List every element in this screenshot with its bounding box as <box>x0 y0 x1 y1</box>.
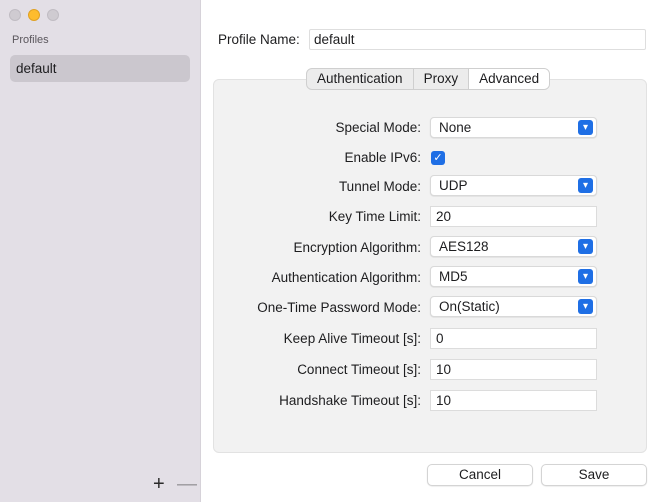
zoom-window-button[interactable] <box>47 9 59 21</box>
key-time-limit-label: Key Time Limit: <box>328 209 421 224</box>
chevron-updown-icon: ▾ <box>578 239 593 254</box>
special-mode-select[interactable]: None ▾ <box>430 117 597 138</box>
window-controls <box>9 9 59 21</box>
sidebar: Profiles default + — <box>0 0 201 502</box>
key-time-limit-input[interactable]: 20 <box>430 206 597 227</box>
checkmark-icon: ✓ <box>433 152 443 164</box>
profile-name-label: Profile Name: <box>218 32 300 47</box>
tunnel-mode-select[interactable]: UDP ▾ <box>430 175 597 196</box>
encryption-algorithm-label: Encryption Algorithm: <box>293 240 421 255</box>
sidebar-item-default[interactable]: default <box>10 55 190 82</box>
keep-alive-timeout-label: Keep Alive Timeout [s]: <box>283 331 421 346</box>
keep-alive-timeout-input[interactable]: 0 <box>430 328 597 349</box>
save-button[interactable]: Save <box>541 464 647 486</box>
chevron-updown-icon: ▾ <box>578 120 593 135</box>
encryption-algorithm-value: AES128 <box>439 239 489 254</box>
authentication-algorithm-value: MD5 <box>439 269 468 284</box>
tab-advanced[interactable]: Advanced <box>469 69 550 89</box>
tunnel-mode-value: UDP <box>439 178 468 193</box>
special-mode-label: Special Mode: <box>335 120 421 135</box>
handshake-timeout-label: Handshake Timeout [s]: <box>279 393 421 408</box>
profile-name-input[interactable]: default <box>309 29 646 50</box>
add-profile-button[interactable]: + <box>153 474 165 494</box>
tab-bar: Authentication Proxy Advanced <box>306 68 551 90</box>
tab-authentication[interactable]: Authentication <box>307 69 414 89</box>
sidebar-title: Profiles <box>12 34 49 46</box>
minimize-window-button[interactable] <box>28 9 40 21</box>
remove-profile-button[interactable]: — <box>177 474 197 494</box>
enable-ipv6-checkbox[interactable]: ✓ <box>431 151 445 165</box>
chevron-updown-icon: ▾ <box>578 269 593 284</box>
enable-ipv6-label: Enable IPv6: <box>344 150 421 165</box>
close-window-button[interactable] <box>9 9 21 21</box>
connect-timeout-input[interactable]: 10 <box>430 359 597 380</box>
otp-mode-select[interactable]: On(Static) ▾ <box>430 296 597 317</box>
chevron-updown-icon: ▾ <box>578 299 593 314</box>
chevron-updown-icon: ▾ <box>578 178 593 193</box>
encryption-algorithm-select[interactable]: AES128 ▾ <box>430 236 597 257</box>
otp-mode-value: On(Static) <box>439 299 500 314</box>
tunnel-mode-label: Tunnel Mode: <box>338 179 421 194</box>
cancel-button[interactable]: Cancel <box>427 464 533 486</box>
authentication-algorithm-label: Authentication Algorithm: <box>271 270 421 285</box>
connect-timeout-label: Connect Timeout [s]: <box>297 362 421 377</box>
tab-proxy[interactable]: Proxy <box>414 69 470 89</box>
handshake-timeout-input[interactable]: 10 <box>430 390 597 411</box>
otp-mode-label: One-Time Password Mode: <box>257 300 421 315</box>
special-mode-value: None <box>439 120 472 135</box>
authentication-algorithm-select[interactable]: MD5 ▾ <box>430 266 597 287</box>
